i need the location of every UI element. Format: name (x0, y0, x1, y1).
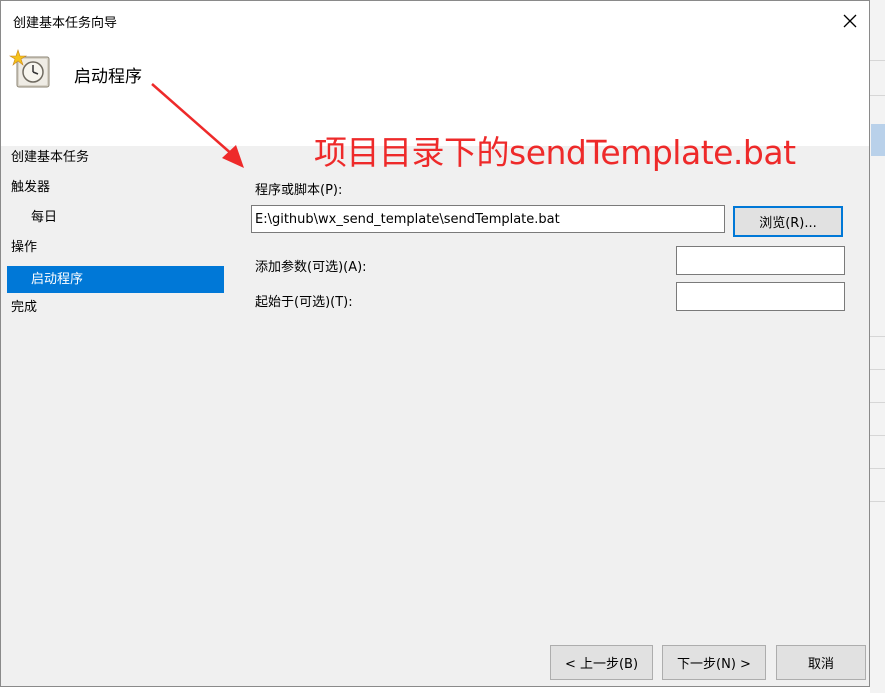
window-title: 创建基本任务向导 (13, 16, 118, 31)
annotation-note: 项目目录下的sendTemplate.bat (314, 133, 796, 172)
edge-divider (870, 435, 885, 436)
wizard-steps: 创建基本任务 触发器 每日 操作 启动程序 完成 (1, 146, 231, 686)
back-button[interactable]: < 上一步(B) (550, 645, 653, 680)
background-window-edge (870, 0, 885, 693)
edge-divider (870, 60, 885, 61)
start-in-label: 起始于(可选)(T): (255, 295, 353, 310)
edge-divider (870, 402, 885, 403)
step-action[interactable]: 操作 (7, 234, 224, 261)
title-bar: 创建基本任务向导 (1, 1, 869, 41)
edge-divider (870, 95, 885, 96)
next-button[interactable]: 下一步(N) > (662, 645, 766, 680)
step-start-program[interactable]: 启动程序 (7, 266, 224, 293)
program-input[interactable] (251, 205, 725, 233)
annotation-arrow-icon (151, 83, 244, 168)
close-icon (843, 14, 857, 28)
start-in-input[interactable] (676, 282, 845, 311)
step-finish[interactable]: 完成 (7, 294, 224, 321)
browse-button[interactable]: 浏览(R)... (733, 206, 843, 237)
step-daily[interactable]: 每日 (7, 204, 224, 231)
edge-divider (870, 336, 885, 337)
edge-divider (870, 369, 885, 370)
program-label: 程序或脚本(P): (255, 183, 343, 198)
page-title: 启动程序 (74, 67, 142, 87)
wizard-dialog: 创建基本任务向导 启动程序 创建基本任务 触发器 每日 操作 启动程序 完成 程… (0, 0, 870, 687)
edge-divider (870, 501, 885, 502)
edge-selection (871, 124, 885, 156)
task-clock-icon (9, 49, 50, 88)
arguments-label: 添加参数(可选)(A): (255, 260, 367, 275)
edge-divider (870, 468, 885, 469)
cancel-button[interactable]: 取消 (776, 645, 866, 680)
close-button[interactable] (831, 5, 869, 37)
arguments-input[interactable] (676, 246, 845, 275)
